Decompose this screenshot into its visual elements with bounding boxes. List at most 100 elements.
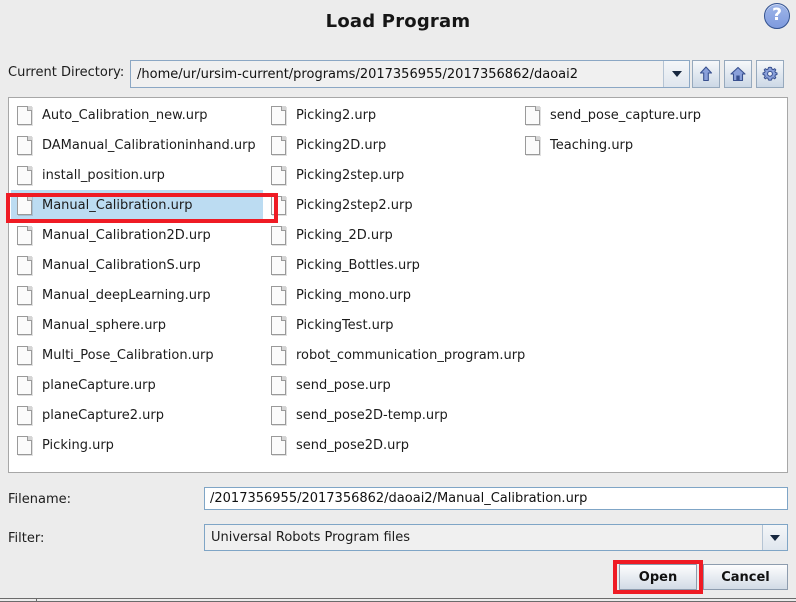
home-directory-button[interactable] [724,60,752,88]
file-list-item[interactable]: Picking.urp [11,430,263,460]
file-list-item-label: Picking_Bottles.urp [296,257,420,273]
filename-label: Filename: [8,492,72,507]
file-list-item[interactable]: send_pose.urp [265,370,517,400]
file-list-item[interactable]: Manual_Calibration.urp [11,190,263,220]
window-bottom-border [0,598,796,602]
file-list-item[interactable]: Picking2D.urp [265,130,517,160]
home-icon [730,66,746,82]
file-list-panel[interactable]: Auto_Calibration_new.urp DAManual_Calibra… [8,97,788,473]
file-list-item[interactable]: Teaching.urp [519,130,785,160]
file-list-column: Picking2.urp Picking2D.urp Picking2step.ur… [265,100,525,460]
file-document-icon [17,345,32,365]
file-document-icon [17,105,32,125]
file-document-icon [17,375,32,395]
file-document-icon [17,405,32,425]
file-list-item-label: Teaching.urp [550,137,634,153]
file-list-item-label: install_position.urp [42,167,165,183]
file-document-icon [271,315,286,335]
settings-button[interactable] [756,60,784,88]
open-button[interactable]: Open [619,564,697,590]
file-list-item-label: Manual_Calibration2D.urp [42,227,211,243]
file-document-icon [17,255,32,275]
file-list-item-label: PickingTest.urp [296,317,394,333]
file-document-icon [17,225,32,245]
file-list-item-label: Manual_Calibration.urp [42,197,193,213]
file-list-item[interactable]: PickingTest.urp [265,310,517,340]
file-list-item[interactable]: Picking_mono.urp [265,280,517,310]
file-list-item[interactable]: Manual_CalibrationS.urp [11,250,263,280]
file-list-item[interactable]: robot_communication_program.urp [265,340,525,370]
up-arrow-icon [699,66,713,82]
file-document-icon [271,165,286,185]
file-list-item[interactable]: DAManual_Calibrationinhand.urp [11,130,263,160]
file-list-item-label: Manual_sphere.urp [42,317,167,333]
file-document-icon [271,375,286,395]
file-document-icon [17,285,32,305]
file-list-item-label: planeCapture.urp [42,377,156,393]
file-document-icon [271,225,286,245]
file-document-icon [17,135,32,155]
file-list-item[interactable]: Picking_2D.urp [265,220,517,250]
chevron-down-icon[interactable] [762,525,787,550]
file-list-item-label: send_pose2D.urp [296,437,409,453]
file-list-item[interactable]: Multi_Pose_Calibration.urp [11,340,263,370]
file-document-icon [17,435,32,455]
file-list-item-label: Picking2step.urp [296,167,405,183]
file-list-column: send_pose_capture.urp Teaching.urp [519,100,785,160]
file-document-icon [271,105,286,125]
page-title: Load Program [325,11,471,32]
file-list-item-label: send_pose2D-temp.urp [296,407,448,423]
file-list-item[interactable]: Manual_sphere.urp [11,310,263,340]
file-list-item[interactable]: Manual_Calibration2D.urp [11,220,263,250]
filter-value[interactable]: Universal Robots Program files [205,530,762,545]
window-bottom-divider [36,598,37,602]
file-list-item-label: Picking_2D.urp [296,227,393,243]
file-list-item[interactable]: planeCapture.urp [11,370,263,400]
file-list-item-label: Multi_Pose_Calibration.urp [42,347,214,363]
file-list-item-label: robot_communication_program.urp [296,347,526,363]
filename-input[interactable]: /2017356955/2017356862/daoai2/Manual_Cal… [204,487,788,510]
file-list-item-label: Picking2step2.urp [296,197,413,213]
file-document-icon [271,435,286,455]
file-list-item[interactable]: planeCapture2.urp [11,400,263,430]
current-directory-row: Current Directory: /home/ur/ursim-curren… [8,60,788,88]
file-document-icon [17,315,32,335]
gear-icon [762,66,778,81]
file-list-item-label: planeCapture2.urp [42,407,164,423]
file-document-icon [271,405,286,425]
file-list-item-label: Picking2D.urp [296,137,387,153]
current-directory-value[interactable]: /home/ur/ursim-current/programs/20173569… [131,67,663,82]
current-directory-combobox[interactable]: /home/ur/ursim-current/programs/20173569… [130,60,690,88]
file-list-item-label: Picking_mono.urp [296,287,411,303]
file-list-item-label: Manual_deepLearning.urp [42,287,211,303]
file-list-item[interactable]: install_position.urp [11,160,263,190]
filter-label: Filter: [8,531,45,546]
cancel-button[interactable]: Cancel [703,564,788,590]
file-document-icon [271,345,286,365]
file-list-item-label: send_pose.urp [296,377,391,393]
file-document-icon [271,255,286,275]
file-list-item[interactable]: send_pose2D-temp.urp [265,400,517,430]
file-document-icon [271,195,286,215]
file-list-item[interactable]: Picking2step.urp [265,160,517,190]
file-document-icon [17,195,32,215]
file-list-item[interactable]: send_pose_capture.urp [519,100,785,130]
file-list-item[interactable]: send_pose2D.urp [265,430,517,460]
chevron-down-icon[interactable] [663,61,689,87]
file-document-icon [525,105,540,125]
file-list-item[interactable]: Manual_deepLearning.urp [11,280,263,310]
navigate-up-button[interactable] [692,60,720,88]
file-list-item-label: Auto_Calibration_new.urp [42,107,208,123]
file-list-item-label: send_pose_capture.urp [550,107,701,123]
current-directory-label: Current Directory: [8,65,125,80]
file-list-item[interactable]: Picking_Bottles.urp [265,250,517,280]
file-list-item[interactable]: Picking2step2.urp [265,190,517,220]
file-list-item[interactable]: Auto_Calibration_new.urp [11,100,263,130]
file-list-item-label: Picking2.urp [296,107,377,123]
filter-combobox[interactable]: Universal Robots Program files [204,524,788,551]
file-document-icon [525,135,540,155]
file-list-item[interactable]: Picking2.urp [265,100,517,130]
file-list-item-label: DAManual_Calibrationinhand.urp [42,137,256,153]
file-document-icon [271,285,286,305]
file-document-icon [17,165,32,185]
